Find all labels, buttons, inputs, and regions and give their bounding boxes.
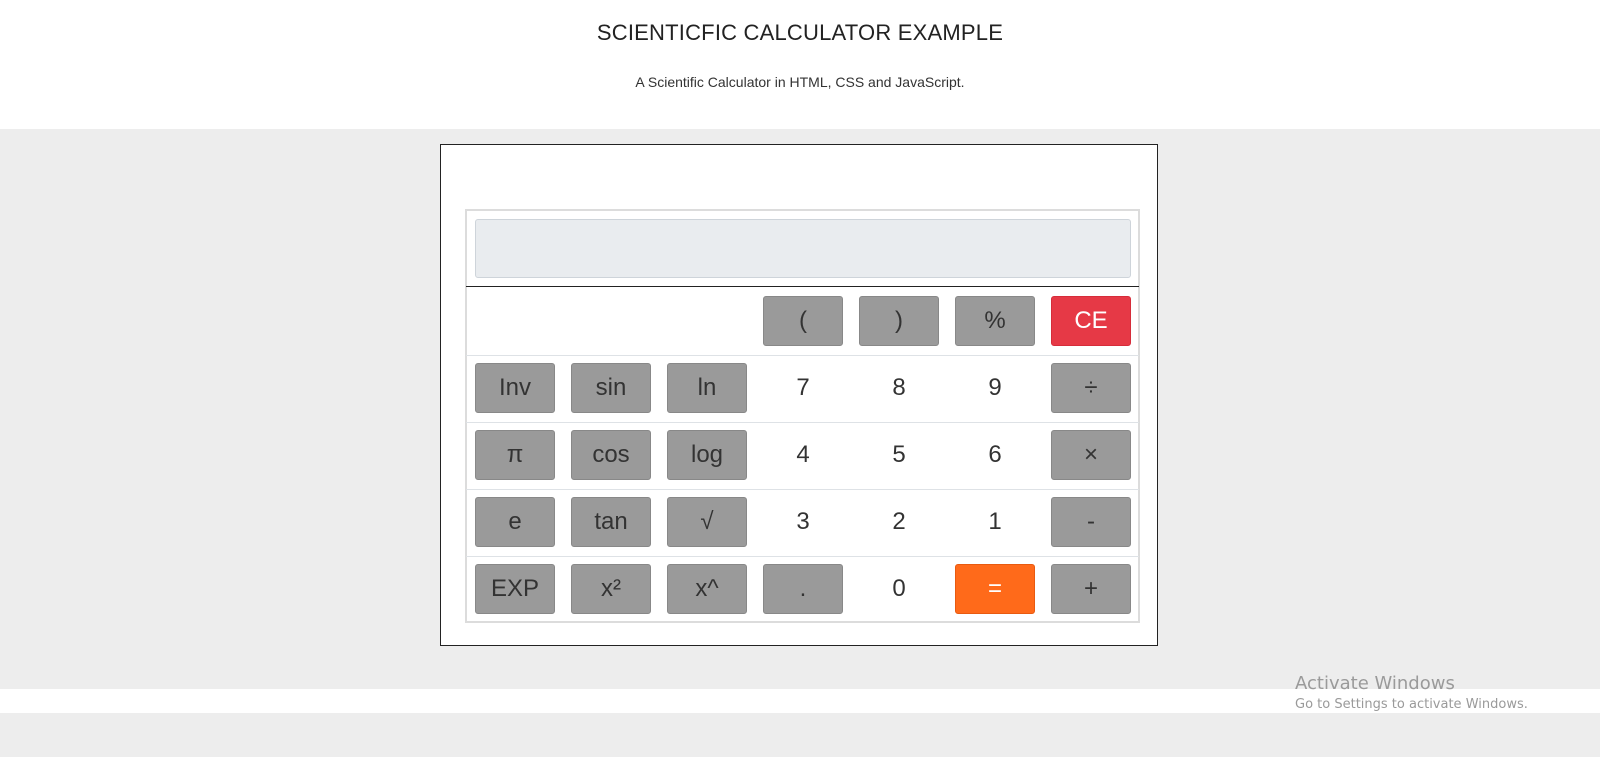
- multiply-button[interactable]: ×: [1051, 430, 1131, 480]
- watermark-title: Activate Windows: [1295, 673, 1455, 694]
- row-divider: [466, 355, 1139, 356]
- footer-background: [0, 713, 1600, 757]
- sqrt-button[interactable]: √: [667, 497, 747, 547]
- digit-5-button[interactable]: 5: [859, 430, 939, 480]
- digit-2-button[interactable]: 2: [859, 497, 939, 547]
- row-divider: [466, 422, 1139, 423]
- digit-4-button[interactable]: 4: [763, 430, 843, 480]
- ln-button[interactable]: ln: [667, 363, 747, 413]
- inv-button[interactable]: Inv: [475, 363, 555, 413]
- plus-button[interactable]: +: [1051, 564, 1131, 614]
- digit-8-button[interactable]: 8: [859, 363, 939, 413]
- power-button[interactable]: x^: [667, 564, 747, 614]
- divide-button[interactable]: ÷: [1051, 363, 1131, 413]
- digit-3-button[interactable]: 3: [763, 497, 843, 547]
- percent-button[interactable]: %: [955, 296, 1035, 346]
- cos-button[interactable]: cos: [571, 430, 651, 480]
- watermark-subtitle: Go to Settings to activate Windows.: [1295, 697, 1528, 712]
- tan-button[interactable]: tan: [571, 497, 651, 547]
- digit-1-button[interactable]: 1: [955, 497, 1035, 547]
- row-divider: [466, 556, 1139, 557]
- page-subtitle: A Scientific Calculator in HTML, CSS and…: [635, 74, 965, 90]
- digit-7-button[interactable]: 7: [763, 363, 843, 413]
- equals-button[interactable]: =: [955, 564, 1035, 614]
- open-paren-button[interactable]: (: [763, 296, 843, 346]
- sin-button[interactable]: sin: [571, 363, 651, 413]
- digit-0-button[interactable]: 0: [859, 564, 939, 614]
- close-paren-button[interactable]: ): [859, 296, 939, 346]
- pi-button[interactable]: π: [475, 430, 555, 480]
- page-title: SCIENTICFIC CALCULATOR EXAMPLE: [596, 20, 1004, 45]
- clear-button[interactable]: CE: [1051, 296, 1131, 346]
- calculator-display[interactable]: [475, 219, 1131, 278]
- log-button[interactable]: log: [667, 430, 747, 480]
- decimal-button[interactable]: .: [763, 564, 843, 614]
- exp-button[interactable]: EXP: [475, 564, 555, 614]
- page-header: SCIENTICFIC CALCULATOR EXAMPLE A Scienti…: [0, 0, 1600, 129]
- digit-6-button[interactable]: 6: [955, 430, 1035, 480]
- square-button[interactable]: x²: [571, 564, 651, 614]
- row-divider: [466, 489, 1139, 490]
- e-button[interactable]: e: [475, 497, 555, 547]
- activate-windows-watermark: Activate Windows Go to Settings to activ…: [1295, 672, 1528, 714]
- display-divider: [466, 286, 1139, 287]
- minus-button[interactable]: -: [1051, 497, 1131, 547]
- digit-9-button[interactable]: 9: [955, 363, 1035, 413]
